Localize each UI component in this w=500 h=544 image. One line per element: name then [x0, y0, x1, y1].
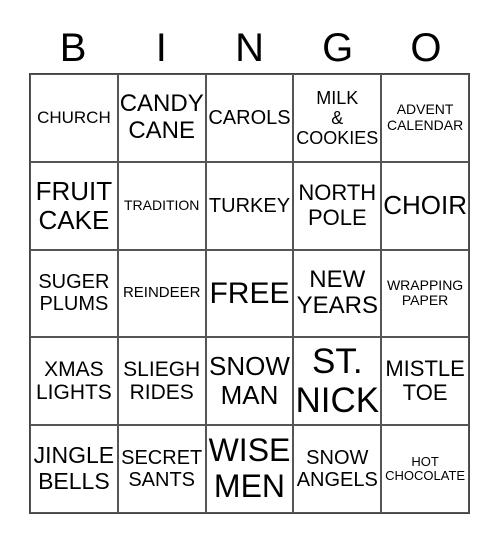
bingo-cell[interactable]: CHURCH — [30, 74, 118, 162]
cell-text: REINDEER — [122, 284, 201, 302]
bingo-cell[interactable]: NORTH POLE — [293, 161, 382, 250]
bingo-cell[interactable]: SUGER PLUMS — [30, 249, 118, 338]
bingo-cell[interactable]: NEW YEARS — [293, 249, 382, 338]
bingo-cell[interactable]: REINDEER — [117, 249, 206, 338]
bingo-cell[interactable]: SECRET SANTS — [117, 425, 206, 513]
bingo-cell[interactable]: WISE MEN — [205, 425, 294, 513]
bingo-cell[interactable]: SNOW ANGELS — [293, 425, 382, 513]
cell-text: NEW YEARS — [296, 265, 378, 320]
bingo-cell[interactable]: XMAS LIGHTS — [30, 337, 118, 426]
cell-text: MILK & COOKIES — [296, 87, 379, 148]
bingo-cell[interactable]: ADVENT CALENDAR — [381, 74, 469, 162]
cell-text: NORTH POLE — [298, 180, 377, 230]
bingo-cell[interactable]: JINGLE BELLS — [30, 425, 118, 513]
cell-text: SNOW ANGELS — [296, 446, 378, 492]
cell-text: TURKEY — [208, 194, 291, 217]
bingo-card-grid: CHURCH CANDY CANE CAROLS MILK & COOKIES ADVE… — [29, 73, 470, 514]
cell-text: SLIEGH RIDES — [123, 357, 201, 405]
bingo-cell[interactable]: TURKEY — [205, 161, 294, 250]
header-letter-o: O — [410, 26, 442, 70]
bingo-cell[interactable]: FRUIT CAKE — [30, 161, 118, 250]
cell-text: WISE MEN — [208, 432, 291, 505]
cell-text: SECRET SANTS — [121, 446, 203, 492]
bingo-cell[interactable]: SNOW MAN — [205, 337, 294, 426]
cell-text: CHOIR — [383, 190, 467, 221]
header-letter-g: G — [322, 26, 354, 70]
cell-text: ST. NICK — [295, 342, 380, 421]
header-letter-b: B — [59, 26, 87, 70]
bingo-cell[interactable]: CANDY CANE — [117, 74, 206, 162]
bingo-cell[interactable]: WRAPPING PAPER — [381, 249, 469, 338]
cell-text: CHURCH — [37, 108, 111, 128]
bingo-header: BINGO — [29, 26, 470, 70]
header-letter-n: N — [235, 26, 264, 70]
bingo-cell[interactable]: CHOIR — [381, 161, 469, 250]
cell-text: FRUIT CAKE — [35, 175, 113, 235]
bingo-cell[interactable]: FREE — [205, 249, 294, 338]
bingo-cell[interactable]: HOT CHOCOLATE — [381, 425, 469, 513]
cell-text: CANDY CANE — [119, 90, 204, 144]
bingo-cell[interactable]: TRADITION — [117, 161, 206, 250]
cell-text: SNOW MAN — [209, 351, 290, 411]
cell-text: SUGER PLUMS — [38, 271, 110, 316]
bingo-cell[interactable]: SLIEGH RIDES — [117, 337, 206, 426]
bingo-cell[interactable]: CAROLS — [205, 74, 294, 162]
header-letter-i: I — [155, 26, 167, 70]
cell-text: ADVENT CALENDAR — [386, 101, 464, 133]
cell-text: FREE — [209, 276, 290, 310]
cell-text: HOT CHOCOLATE — [385, 453, 466, 484]
cell-text: CAROLS — [208, 106, 291, 129]
bingo-cell[interactable]: ST. NICK — [293, 337, 382, 426]
bingo-cell[interactable]: MISTLE TOE — [381, 337, 469, 426]
cell-text: JINGLE BELLS — [33, 442, 115, 495]
cell-text: XMAS LIGHTS — [35, 357, 112, 405]
cell-text: MISTLE TOE — [385, 355, 465, 406]
cell-text: WRAPPING PAPER — [386, 276, 464, 309]
bingo-cell[interactable]: MILK & COOKIES — [293, 74, 382, 162]
cell-text: TRADITION — [123, 196, 200, 213]
